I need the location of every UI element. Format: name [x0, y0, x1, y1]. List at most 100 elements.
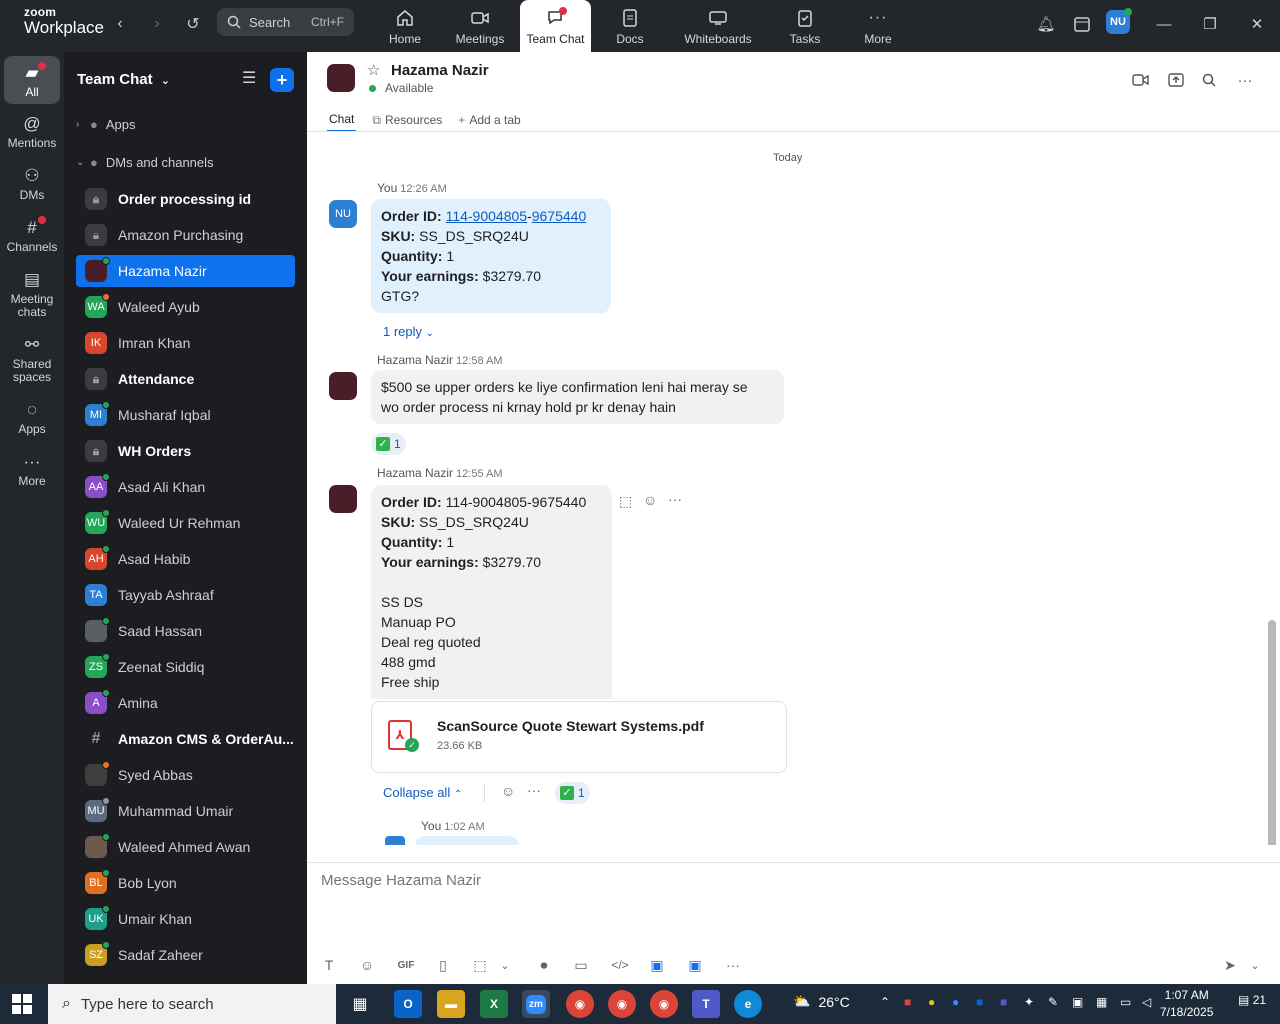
add-reaction-icon[interactable]: ☺: [643, 492, 657, 508]
display-tray-icon[interactable]: ▦: [1096, 995, 1107, 1009]
sidebar-conversation-item[interactable]: WA Waleed Ayub: [76, 291, 295, 323]
more-actions-icon[interactable]: ···: [668, 491, 682, 507]
outlook-icon[interactable]: O: [394, 990, 422, 1018]
nav-meetings[interactable]: Meetings: [450, 0, 510, 52]
tab-chat[interactable]: Chat: [327, 108, 357, 132]
my-avatar[interactable]: [385, 836, 405, 845]
rail-mentions[interactable]: @ Mentions: [4, 112, 60, 150]
my-avatar[interactable]: NU: [329, 200, 357, 228]
forward-arrow-icon[interactable]: ›: [145, 12, 169, 36]
new-chat-button[interactable]: +: [270, 68, 294, 92]
rail-dms[interactable]: ⚇ DMs: [4, 164, 60, 202]
rail-apps[interactable]: ◌ Apps: [4, 398, 60, 436]
order-link-1[interactable]: 114-9004805: [446, 208, 527, 224]
sidebar-conversation-item[interactable]: Saad Hassan: [76, 615, 295, 647]
chrome-tray-icon[interactable]: ●: [928, 995, 935, 1009]
network-tray-icon[interactable]: ✦: [1024, 995, 1034, 1009]
search-icon[interactable]: [1199, 70, 1219, 90]
star-icon[interactable]: ☆: [367, 61, 380, 79]
sidebar-conversation-item[interactable]: WU Waleed Ur Rehman: [76, 507, 295, 539]
add-reaction-icon[interactable]: ☺: [501, 783, 515, 799]
sidebar-conversation-item[interactable]: MI Musharaf Iqbal: [76, 399, 295, 431]
weather-widget[interactable]: ⛅ 26°C: [793, 993, 850, 1010]
format-text-icon[interactable]: T: [321, 955, 337, 975]
more-actions-icon[interactable]: ···: [527, 782, 541, 798]
reaction-chip[interactable]: ✓ 1: [555, 782, 590, 804]
message-bubble[interactable]: Order ID: 114-9004805-9675440 SKU: SS_DS…: [371, 199, 611, 313]
apps-section[interactable]: › ● Apps: [76, 117, 136, 132]
sidebar-conversation-item[interactable]: Syed Abbas: [76, 759, 295, 791]
history-icon[interactable]: ↺: [181, 12, 205, 36]
file-attachment[interactable]: ⅄ ✓ ScanSource Quote Stewart Systems.pdf …: [371, 701, 787, 773]
sidebar-conversation-item[interactable]: IK Imran Khan: [76, 327, 295, 359]
edge-icon[interactable]: e: [734, 990, 762, 1018]
message-input[interactable]: [321, 872, 1221, 889]
contact-name[interactable]: Hazama Nazir: [391, 62, 489, 79]
code-snippet-icon[interactable]: </>: [609, 955, 631, 975]
nav-more[interactable]: ··· More: [856, 0, 900, 52]
reply-thread-icon[interactable]: ⬚: [619, 493, 632, 510]
sidebar-conversation-item[interactable]: UK Umair Khan: [76, 903, 295, 935]
emoji-icon[interactable]: ☺: [358, 955, 376, 975]
tools-tray-icon[interactable]: ✎: [1048, 995, 1058, 1009]
zoom-tray-icon[interactable]: ●: [952, 995, 959, 1009]
sidebar-conversation-item[interactable]: Waleed Ahmed Awan: [76, 831, 295, 863]
sidebar-conversation-item[interactable]: 🔒︎ Attendance: [76, 363, 295, 395]
chevron-down-icon[interactable]: ⌄: [1249, 955, 1261, 975]
sidebar-conversation-item[interactable]: SZ Sadaf Zaheer: [76, 939, 295, 971]
file-explorer-icon[interactable]: ▬: [437, 990, 465, 1018]
search-box[interactable]: Search Ctrl+F: [217, 8, 354, 36]
filter-icon[interactable]: ☰: [242, 68, 262, 88]
rail-all[interactable]: ▰ All: [4, 56, 60, 104]
scrollbar-thumb[interactable]: [1268, 620, 1276, 845]
back-arrow-icon[interactable]: ‹: [108, 12, 132, 36]
teams-icon[interactable]: T: [692, 990, 720, 1018]
sidebar-conversation-item[interactable]: AH Asad Habib: [76, 543, 295, 575]
chrome-profile-icon[interactable]: ◉: [608, 990, 636, 1018]
taskbar-clock[interactable]: 1:07 AM 7/18/2025: [1160, 987, 1213, 1021]
chrome-profile2-icon[interactable]: ◉: [650, 990, 678, 1018]
chevron-up-icon[interactable]: ⌃: [880, 995, 890, 1009]
collapse-all-link[interactable]: Collapse all ⌃: [383, 785, 462, 800]
order-link-2[interactable]: 9675440: [532, 208, 587, 224]
more-options-icon[interactable]: ···: [1235, 70, 1255, 90]
bell-icon[interactable]: 🔔︎: [1034, 12, 1058, 36]
message-bubble[interactable]: Order ID: 114-9004805-9675440 SKU: SS_DS…: [371, 485, 612, 699]
notification-center[interactable]: ▤ 21: [1238, 993, 1266, 1007]
excel-icon[interactable]: X: [480, 990, 508, 1018]
sidebar-conversation-item[interactable]: BL Bob Lyon: [76, 867, 295, 899]
wifi-icon[interactable]: ▭: [1120, 995, 1131, 1009]
sidebar-conversation-item[interactable]: AA Asad Ali Khan: [76, 471, 295, 503]
pdf-tray-icon[interactable]: ■: [904, 995, 911, 1009]
share-screen-icon[interactable]: [1166, 70, 1186, 90]
dms-section[interactable]: ⌄ ● DMs and channels: [76, 155, 214, 170]
rail-shared-spaces[interactable]: ⚯ Shared spaces: [4, 333, 60, 384]
nav-docs[interactable]: Docs: [606, 0, 654, 52]
sidebar-conversation-item[interactable]: MU Muhammad Umair: [76, 795, 295, 827]
minimize-icon[interactable]: —: [1152, 12, 1176, 36]
calendar-icon[interactable]: [1070, 12, 1094, 36]
send-icon[interactable]: ➤: [1222, 955, 1238, 975]
message-list[interactable]: Today NU You 12:26 AM Order ID: 114-90048…: [307, 132, 1280, 845]
sidebar-conversation-item[interactable]: TA Tayyab Ashraaf: [76, 579, 295, 611]
sidebar-conversation-item[interactable]: A Amina: [76, 687, 295, 719]
taskbar-search[interactable]: ⌕ Type here to search: [48, 984, 336, 1024]
app2-icon[interactable]: ▣: [687, 955, 703, 975]
attach-file-icon[interactable]: ▯: [435, 955, 451, 975]
sidebar-conversation-item[interactable]: # Amazon CMS & OrderAu...: [76, 723, 295, 755]
contact-avatar[interactable]: [327, 64, 355, 92]
chevron-down-icon[interactable]: ⌄: [499, 955, 511, 975]
chrome-icon[interactable]: ◉: [566, 990, 594, 1018]
sidebar-conversation-item[interactable]: ZS Zeenat Siddiq: [76, 651, 295, 683]
task-view-icon[interactable]: ▦: [346, 990, 374, 1018]
rail-meeting-chats[interactable]: ▤ Meeting chats: [4, 268, 60, 319]
nav-tasks[interactable]: Tasks: [782, 0, 828, 52]
teams-tray-icon[interactable]: ■: [1000, 995, 1007, 1009]
volume-icon[interactable]: ◁: [1142, 995, 1151, 1009]
nav-whiteboards[interactable]: Whiteboards: [680, 0, 756, 52]
tab-resources[interactable]: ⧉ Resources: [372, 108, 442, 132]
sidebar-conversation-item[interactable]: 🔒︎ Order processing id: [76, 183, 295, 215]
file-name[interactable]: ScanSource Quote Stewart Systems.pdf: [437, 718, 704, 734]
message-bubble[interactable]: [415, 836, 519, 845]
tab-add[interactable]: + Add a tab: [458, 108, 520, 132]
